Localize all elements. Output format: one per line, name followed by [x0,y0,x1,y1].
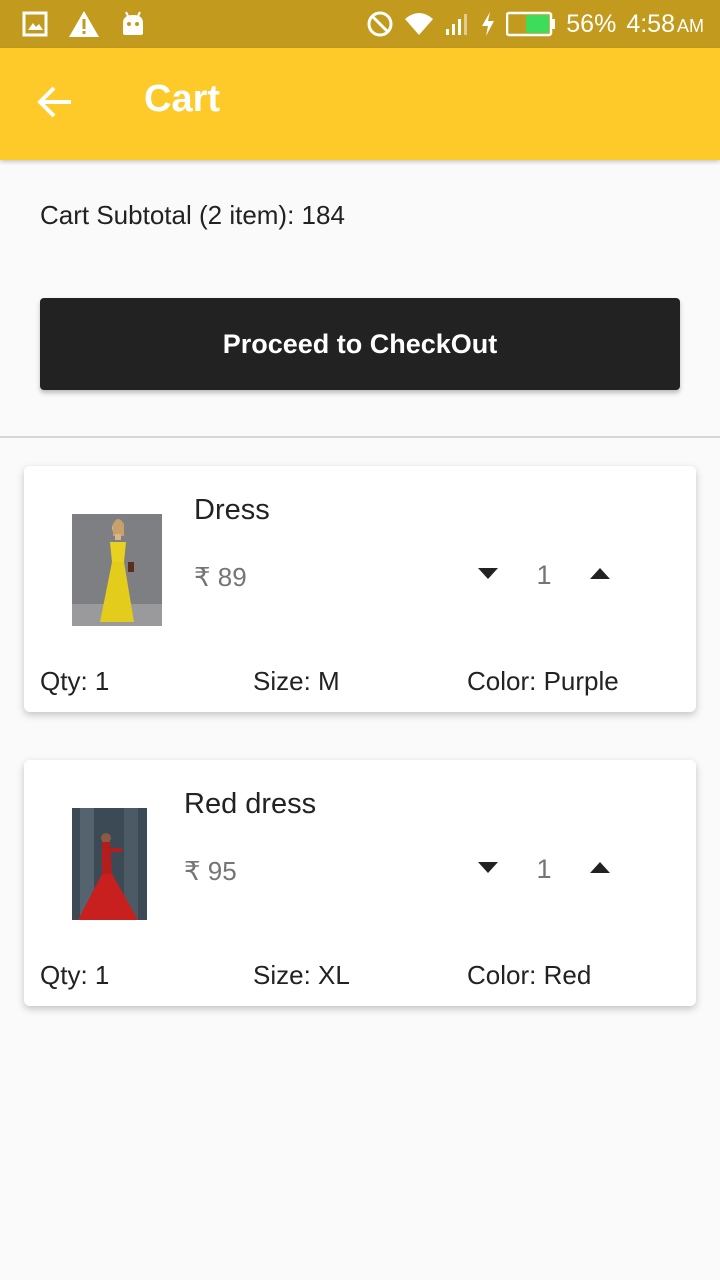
android-icon [120,11,146,37]
do-not-disturb-icon [366,10,394,38]
red-dress-photo [72,808,147,920]
status-bar: 56% 4:58 AM [0,0,720,48]
arrow-drop-up-icon [590,862,610,873]
increase-quantity-button[interactable] [588,856,612,880]
quantity-value: 1 [536,560,552,590]
battery-icon [506,11,556,37]
item-size: Size: XL [253,960,350,990]
item-qty: Qty: 1 [40,666,110,696]
wifi-icon [404,11,434,37]
item-color: Color: Purple [467,666,619,696]
cart-item-card: Red dress ₹ 95 1 Qty: 1 Size: XL Color: … [24,760,696,1006]
item-color: Color: Red [467,960,592,990]
decrease-quantity-button[interactable] [476,856,500,880]
clock-ampm: AM [677,15,704,36]
item-price: ₹ 89 [194,562,247,592]
battery-percent: 56% [566,9,617,38]
divider [0,436,720,438]
clock: 4:58 AM [626,10,704,39]
item-name: Dress [194,494,270,526]
decrease-quantity-button[interactable] [476,562,500,586]
quantity-value: 1 [536,854,552,884]
app-bar: Cart [0,48,720,160]
clock-time: 4:58 [626,9,675,38]
warning-icon [68,10,100,38]
item-size: Size: M [253,666,340,696]
cart-subtotal: Cart Subtotal (2 item): 184 [40,200,345,230]
arrow-drop-down-icon [478,862,498,873]
proceed-to-checkout-button[interactable]: Proceed to CheckOut [40,298,680,390]
back-button[interactable] [30,82,80,126]
item-price: ₹ 95 [184,856,237,886]
arrow-drop-down-icon [478,568,498,579]
increase-quantity-button[interactable] [588,562,612,586]
item-name: Red dress [184,788,317,820]
signal-icon [444,11,470,37]
page-title: Cart [144,78,221,120]
image-icon [22,11,48,37]
cart-item-card: Dress ₹ 89 1 Qty: 1 Size: M Color: Purpl… [24,466,696,712]
yellow-dress-photo [72,514,162,626]
arrow-back-icon [37,86,73,123]
arrow-drop-up-icon [590,568,610,579]
charging-icon [480,11,496,37]
item-qty: Qty: 1 [40,960,110,990]
